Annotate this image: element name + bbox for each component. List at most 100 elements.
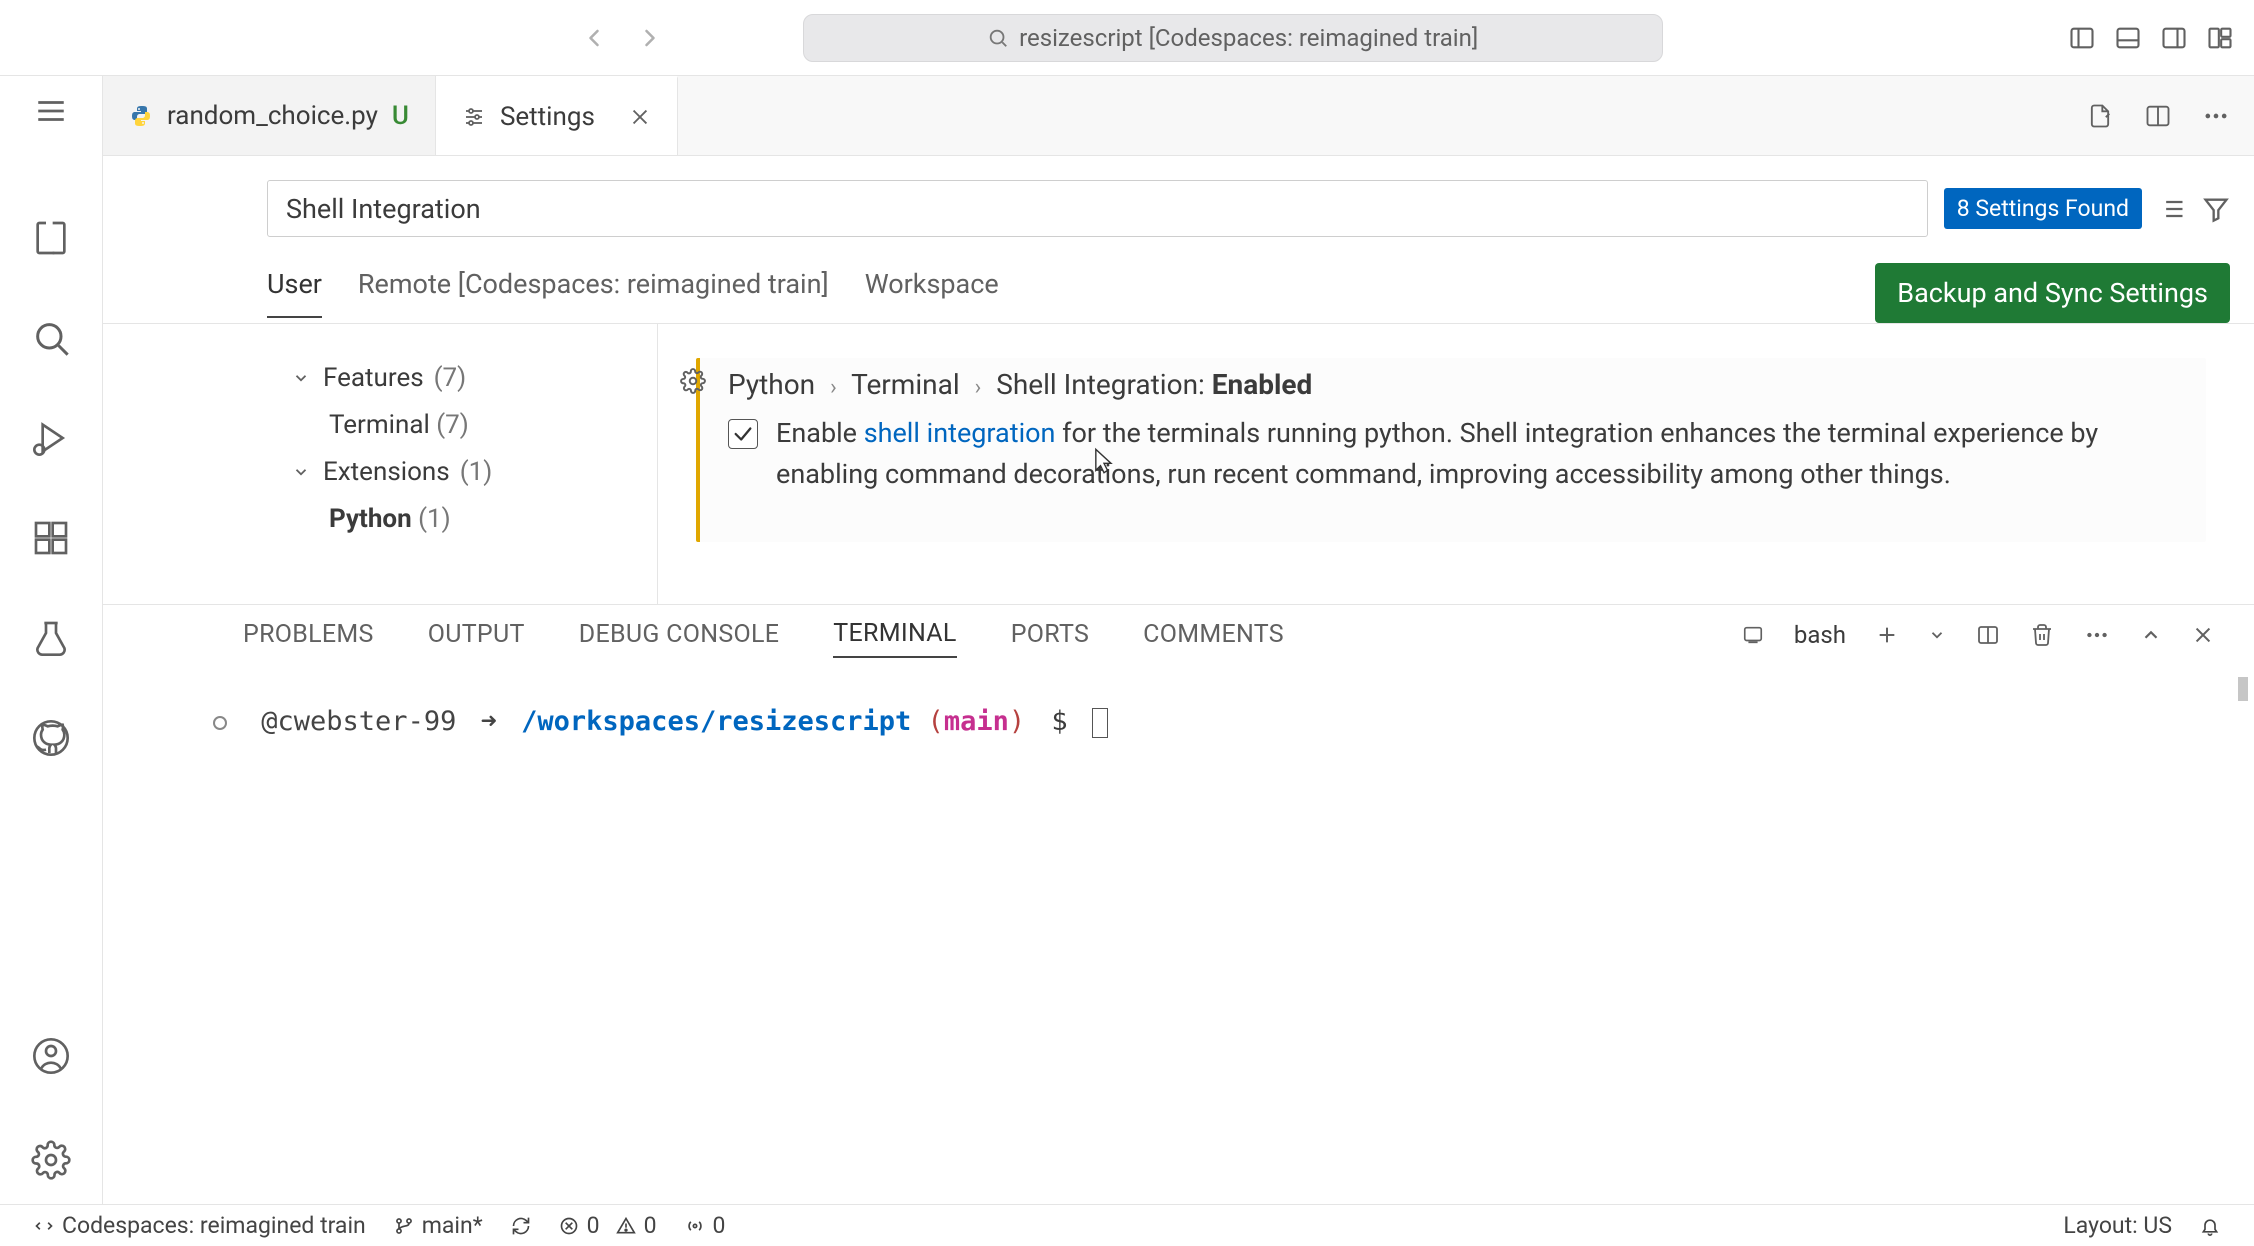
- breadcrumb-sep: ›: [975, 375, 982, 400]
- prompt-branch: main: [944, 706, 1009, 737]
- terminal[interactable]: @cwebster-99 ➜ /workspaces/resizescript …: [103, 665, 2254, 1204]
- remote-icon: [34, 1216, 54, 1236]
- menu-icon[interactable]: [34, 94, 68, 128]
- more-actions-icon[interactable]: [2202, 102, 2230, 130]
- filter-icon[interactable]: [2202, 195, 2230, 223]
- titlebar: resizescript [Codespaces: reimagined tra…: [0, 0, 2254, 76]
- settings-detail: Python › Terminal › Shell Integration: E…: [658, 324, 2254, 604]
- settings-search-value: Shell Integration: [286, 193, 481, 225]
- search-icon: [987, 27, 1009, 49]
- tab-random-choice[interactable]: random_choice.py U: [103, 76, 436, 155]
- sync-icon: [511, 1216, 531, 1236]
- status-branch-label: main*: [422, 1212, 483, 1239]
- panel-tab-debug-console[interactable]: DEBUG CONSOLE: [579, 612, 780, 657]
- python-file-icon: [129, 104, 153, 128]
- gear-icon[interactable]: [680, 368, 706, 394]
- status-layout[interactable]: Layout: US: [2049, 1212, 2186, 1239]
- settings-found-badge: 8 Settings Found: [1944, 188, 2142, 229]
- explorer-icon[interactable]: [31, 218, 71, 258]
- github-icon[interactable]: [31, 718, 71, 758]
- status-branch[interactable]: main*: [380, 1212, 497, 1239]
- layout-panel-icon[interactable]: [2114, 24, 2142, 52]
- crumb-python: Python: [728, 368, 815, 401]
- search-activity-icon[interactable]: [31, 318, 71, 358]
- split-terminal-icon[interactable]: [1976, 623, 2000, 647]
- status-errors: 0: [587, 1212, 600, 1239]
- terminal-name[interactable]: bash: [1794, 621, 1846, 649]
- editor-tabs: random_choice.py U Settings: [103, 76, 2254, 156]
- trash-icon[interactable]: [2030, 623, 2054, 647]
- panel-tab-terminal[interactable]: TERMINAL: [833, 611, 956, 658]
- status-ports[interactable]: 0: [671, 1212, 740, 1239]
- backup-sync-button[interactable]: Backup and Sync Settings: [1875, 263, 2230, 323]
- breadcrumb-sep: ›: [830, 375, 837, 400]
- prompt-path: /workspaces/resizescript: [521, 706, 911, 737]
- accounts-icon[interactable]: [31, 1036, 71, 1076]
- tree-features[interactable]: Features (7): [263, 354, 657, 402]
- close-panel-icon[interactable]: [2192, 624, 2214, 646]
- extensions-icon[interactable]: [31, 518, 71, 558]
- layout-sidebar-left-icon[interactable]: [2068, 24, 2096, 52]
- broadcast-icon: [685, 1216, 705, 1236]
- nav-back-icon[interactable]: [580, 24, 608, 52]
- status-ports-count: 0: [713, 1212, 726, 1239]
- tree-extensions-count: (1): [460, 457, 493, 487]
- command-center[interactable]: resizescript [Codespaces: reimagined tra…: [803, 14, 1663, 62]
- status-sync[interactable]: [497, 1216, 545, 1236]
- status-remote[interactable]: Codespaces: reimagined train: [20, 1212, 380, 1239]
- prompt-dollar: $: [1051, 706, 1067, 737]
- split-editor-icon[interactable]: [2144, 102, 2172, 130]
- scope-tab-workspace[interactable]: Workspace: [865, 268, 999, 318]
- crumb-terminal: Terminal: [851, 368, 960, 401]
- panel-tab-output[interactable]: OUTPUT: [428, 612, 525, 657]
- command-center-text: resizescript [Codespaces: reimagined tra…: [1019, 24, 1478, 52]
- tree-terminal[interactable]: Terminal (7): [263, 402, 657, 448]
- git-branch-icon: [394, 1216, 414, 1236]
- testing-icon[interactable]: [31, 618, 71, 658]
- status-notifications[interactable]: [2186, 1216, 2234, 1236]
- chevron-down-icon: [289, 369, 313, 387]
- chevron-down-icon[interactable]: [1928, 626, 1946, 644]
- tab-git-status: U: [392, 101, 409, 131]
- editor-area: random_choice.py U Settings: [103, 76, 2254, 1204]
- layout-customize-icon[interactable]: [2206, 24, 2234, 52]
- scrollbar-thumb[interactable]: [2238, 677, 2248, 701]
- new-terminal-icon[interactable]: [1876, 624, 1898, 646]
- tab-settings[interactable]: Settings: [436, 76, 678, 155]
- status-bar: Codespaces: reimagined train main* 0 0 0…: [0, 1204, 2254, 1246]
- scope-tab-user[interactable]: User: [267, 268, 322, 318]
- warning-icon: [616, 1216, 636, 1236]
- setting-checkbox[interactable]: [728, 419, 758, 449]
- tree-python[interactable]: Python (1): [263, 496, 657, 542]
- error-icon: [559, 1216, 579, 1236]
- chevron-down-icon: [289, 463, 313, 481]
- crumb-shell-integration: Shell Integration:: [996, 368, 1205, 401]
- scope-tab-remote[interactable]: Remote [Codespaces: reimagined train]: [358, 268, 829, 318]
- run-debug-icon[interactable]: [31, 418, 71, 458]
- panel-tab-comments[interactable]: COMMENTS: [1143, 612, 1284, 657]
- settings-search-input[interactable]: Shell Integration: [267, 180, 1928, 237]
- status-layout-label: Layout: US: [2063, 1212, 2172, 1239]
- open-settings-json-icon[interactable]: [2086, 102, 2114, 130]
- shell-integration-link[interactable]: shell integration: [864, 417, 1056, 449]
- tree-extensions[interactable]: Extensions (1): [263, 448, 657, 496]
- panel-tab-problems[interactable]: PROBLEMS: [243, 612, 374, 657]
- bell-icon: [2200, 1216, 2220, 1236]
- status-warnings: 0: [644, 1212, 657, 1239]
- settings-toc-icon[interactable]: [2158, 195, 2186, 223]
- tree-features-count: (7): [434, 363, 467, 393]
- close-icon[interactable]: [629, 106, 651, 128]
- setting-python-shell-integration: Python › Terminal › Shell Integration: E…: [696, 358, 2206, 542]
- status-remote-label: Codespaces: reimagined train: [62, 1212, 366, 1239]
- command-decoration-icon[interactable]: [213, 716, 227, 730]
- panel-tab-ports[interactable]: PORTS: [1011, 612, 1089, 657]
- settings-gear-icon[interactable]: [31, 1140, 71, 1180]
- prompt-arrow: ➜: [481, 706, 497, 737]
- more-icon[interactable]: [2084, 622, 2110, 648]
- layout-sidebar-right-icon[interactable]: [2160, 24, 2188, 52]
- tree-terminal-count: (7): [436, 410, 469, 440]
- nav-forward-icon[interactable]: [636, 24, 664, 52]
- chevron-up-icon[interactable]: [2140, 624, 2162, 646]
- desc-pre: Enable: [776, 417, 864, 449]
- status-problems[interactable]: 0 0: [545, 1212, 671, 1239]
